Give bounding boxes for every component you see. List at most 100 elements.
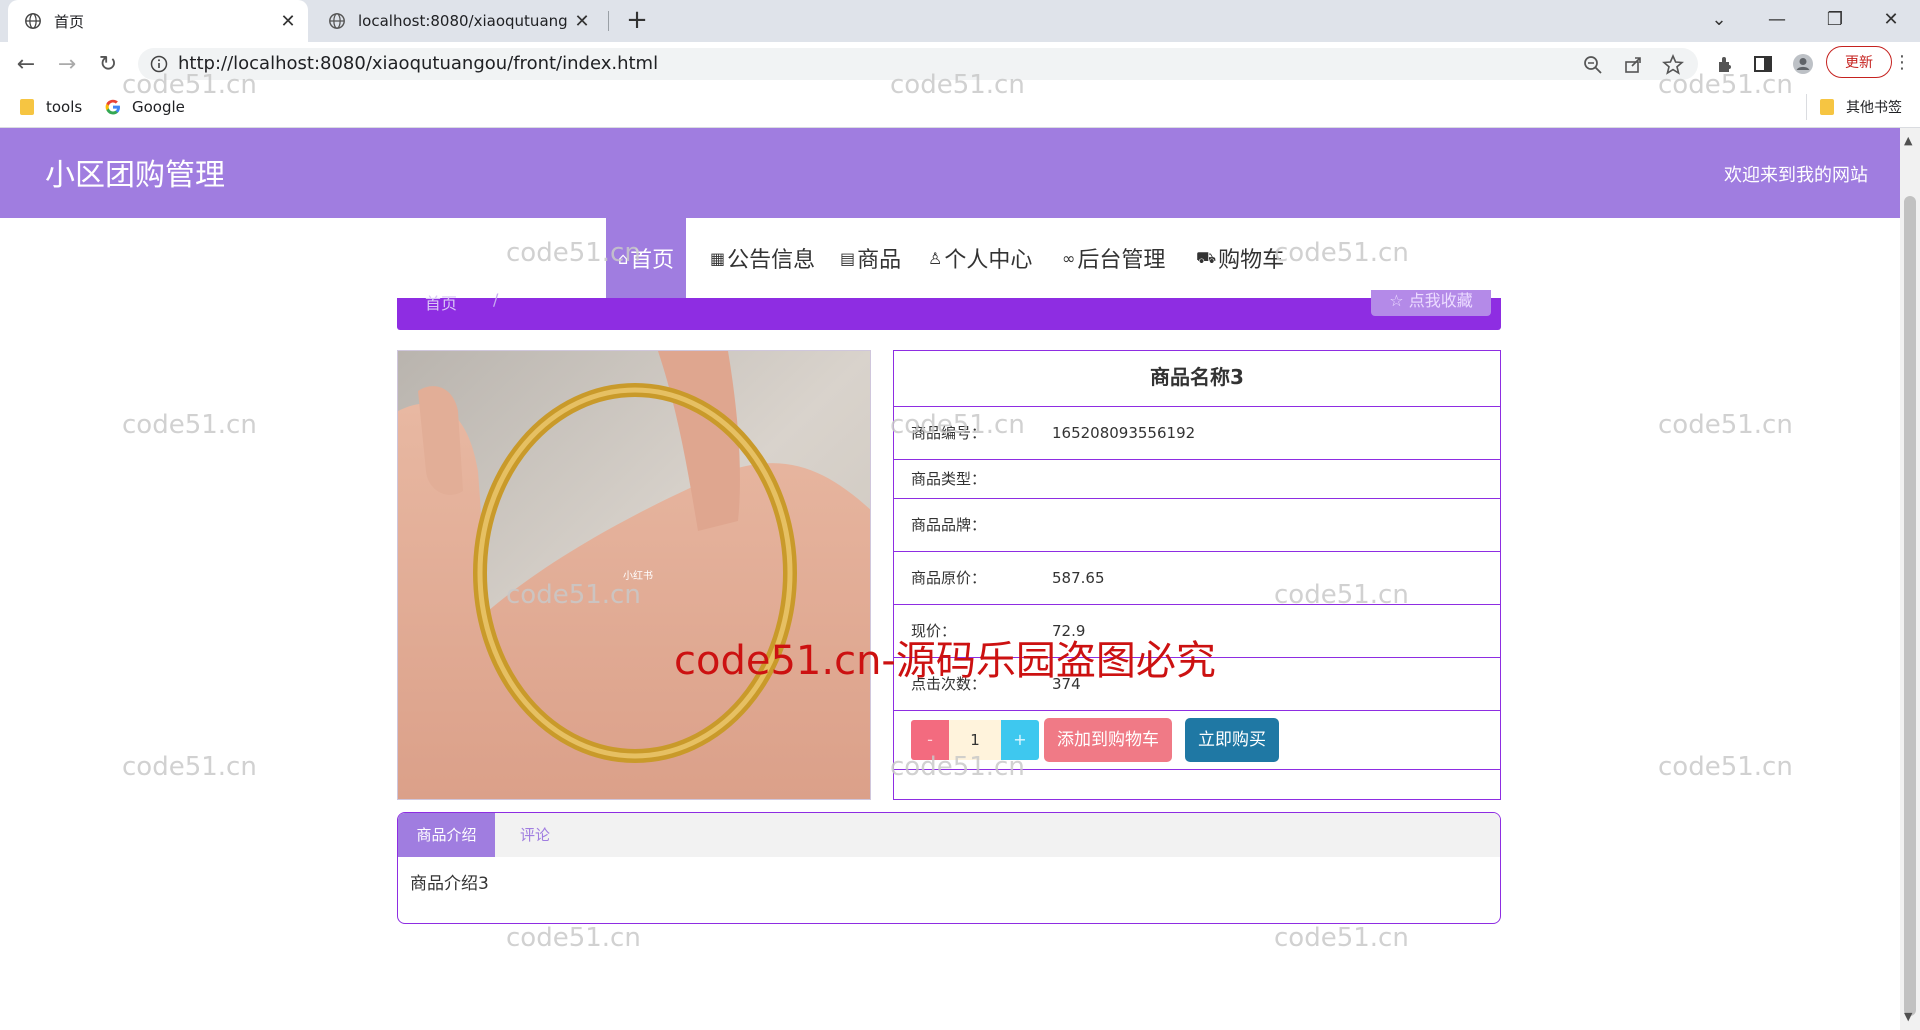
tabs-header: 商品介绍 评论	[398, 813, 1500, 857]
nav-item-cart[interactable]: ⛟ 购物车	[1196, 218, 1284, 298]
close-window-button[interactable]: ✕	[1868, 0, 1914, 38]
browser-tab-bar: 首页 ✕ localhost:8080/xiaoqutuangou ✕ + ⌄ …	[0, 0, 1920, 42]
scroll-down-arrow-icon[interactable]: ▼	[1904, 1010, 1912, 1023]
url-text[interactable]: http://localhost:8080/xiaoqutuangou/fron…	[178, 48, 658, 80]
bookmark-tools[interactable]: tools	[20, 96, 82, 118]
scroll-up-arrow-icon[interactable]: ▲	[1904, 134, 1912, 147]
bookmark-google[interactable]: Google	[104, 96, 185, 118]
back-arrow-icon[interactable]: ←	[10, 49, 42, 79]
nav-label: 首页	[630, 248, 675, 273]
nav-item-admin[interactable]: ∞ 后台管理	[1062, 218, 1165, 298]
product-info-panel: 商品名称3 商品编号： 165208093556192 商品类型： 商品品牌： …	[893, 350, 1501, 800]
quantity-minus-button[interactable]: -	[911, 720, 949, 760]
watermark: code51.cn	[1274, 923, 1409, 953]
tab-search-icon[interactable]: ⌄	[1696, 0, 1742, 38]
zoom-icon[interactable]	[1582, 54, 1604, 76]
scrollbar-thumb[interactable]	[1904, 196, 1916, 1016]
folder-icon	[20, 99, 34, 115]
site-header: 小区团购管理 欢迎来到我的网站	[0, 128, 1900, 218]
page-scrollbar[interactable]: ▲ ▼	[1900, 128, 1920, 1030]
update-label: 更新	[1845, 55, 1873, 71]
info-row-clicks: 点击次数： 374	[894, 657, 1500, 710]
forward-arrow-icon[interactable]: →	[51, 49, 83, 79]
document-icon: ▤	[840, 248, 856, 268]
product-image: 小红书	[397, 350, 871, 800]
info-row-code: 商品编号： 165208093556192	[894, 406, 1500, 459]
other-bookmarks[interactable]: 其他书签	[1820, 96, 1902, 118]
field-label: 商品类型：	[911, 470, 987, 488]
browser-tab-title: localhost:8080/xiaoqutuangou	[358, 12, 568, 30]
watermark: code51.cn	[1658, 410, 1793, 440]
browser-toolbar: ← → ↻ http://localhost:8080/xiaoqutuango…	[0, 42, 1920, 86]
nav-label: 商品	[857, 248, 902, 273]
field-value: 72.9	[1052, 622, 1086, 640]
field-value: 587.65	[1052, 569, 1105, 587]
nav-label: 个人中心	[944, 248, 1033, 273]
browser-tab-localhost[interactable]: localhost:8080/xiaoqutuangou ✕	[312, 0, 602, 42]
product-name: 商品名称3	[1150, 365, 1244, 389]
field-label: 商品品牌：	[911, 516, 987, 534]
reload-icon[interactable]: ↻	[92, 49, 124, 79]
new-tab-button[interactable]: +	[622, 6, 652, 36]
quantity-plus-button[interactable]: +	[1001, 720, 1039, 760]
bookmarks-bar: tools Google 其他书签	[0, 86, 1920, 128]
share-icon[interactable]	[1622, 54, 1644, 76]
page-viewport: 小区团购管理 欢迎来到我的网站 ⌂ 首页 ▦ 公告信息 ▤ 商品 ♙ 个人中心 ∞ 后台管…	[0, 128, 1900, 1030]
tab-comments[interactable]: 评论	[495, 813, 575, 857]
add-to-cart-button[interactable]: 添加到购物车	[1044, 718, 1172, 762]
breadcrumb-home-link[interactable]: 首页	[425, 290, 457, 314]
buy-now-button[interactable]: 立即购买	[1185, 718, 1279, 762]
extensions-icon[interactable]	[1714, 53, 1736, 75]
cart-icon: ⛟	[1196, 247, 1217, 267]
home-icon: ⌂	[618, 248, 629, 268]
favorite-button[interactable]: ☆ 点我收藏	[1371, 290, 1491, 316]
nav-label: 公告信息	[727, 248, 816, 273]
field-label: 商品编号：	[911, 424, 987, 442]
product-detail-tabs: 商品介绍 评论 商品介绍3	[397, 812, 1501, 924]
nav-item-home[interactable]: ⌂ 首页	[606, 218, 687, 298]
update-button[interactable]: 更新	[1826, 46, 1892, 78]
info-row-brand: 商品品牌：	[894, 498, 1500, 551]
more-menu-icon[interactable]: ⋮	[1892, 52, 1912, 74]
restore-button[interactable]: ❐	[1812, 0, 1858, 38]
product-photo-bangle: 小红书	[398, 351, 870, 799]
tab-product-intro[interactable]: 商品介绍	[398, 813, 495, 857]
watermark: code51.cn	[1658, 752, 1793, 782]
other-bookmarks-label: 其他书签	[1846, 100, 1902, 116]
close-tab-icon[interactable]: ✕	[274, 11, 302, 32]
address-bar[interactable]: http://localhost:8080/xiaoqutuangou/fron…	[138, 48, 1698, 80]
info-row-actions: - + 添加到购物车 立即购买	[894, 710, 1500, 770]
globe-icon	[329, 13, 345, 29]
bookmark-label: tools	[46, 98, 83, 116]
minimize-button[interactable]: —	[1754, 0, 1800, 38]
profile-avatar-icon[interactable]	[1792, 53, 1814, 75]
nav-item-notices[interactable]: ▦ 公告信息	[710, 218, 815, 298]
nav-item-profile[interactable]: ♙ 个人中心	[928, 218, 1032, 298]
tab-separator	[608, 11, 609, 31]
watermark: code51.cn	[122, 410, 257, 440]
browser-tab-home[interactable]: 首页 ✕	[8, 0, 308, 42]
watermark: code51.cn	[122, 752, 257, 782]
main-nav: ⌂ 首页 ▦ 公告信息 ▤ 商品 ♙ 个人中心 ∞ 后台管理 ⛟ 购物车	[0, 218, 1900, 298]
grid-icon: ▦	[710, 248, 726, 268]
bookmark-label: Google	[132, 98, 185, 116]
info-row-price: 现价： 72.9	[894, 604, 1500, 657]
quantity-input[interactable]	[949, 720, 1001, 760]
link-icon: ∞	[1062, 248, 1076, 268]
google-icon	[105, 99, 120, 115]
nav-label: 购物车	[1218, 248, 1285, 273]
nav-item-products[interactable]: ▤ 商品	[840, 218, 901, 298]
star-icon[interactable]	[1662, 54, 1684, 76]
field-label: 点击次数：	[911, 675, 987, 693]
field-value: 165208093556192	[1052, 424, 1196, 442]
image-caption: 小红书	[623, 569, 653, 582]
field-label: 商品原价：	[911, 569, 987, 587]
side-panel-icon[interactable]	[1752, 53, 1774, 75]
field-label: 现价：	[911, 622, 957, 640]
breadcrumb: 首页 / ☆ 点我收藏	[397, 290, 1501, 330]
site-title: 小区团购管理	[45, 158, 225, 193]
product-intro-text: 商品介绍3	[410, 874, 489, 894]
breadcrumb-separator: /	[493, 290, 499, 309]
close-tab-icon[interactable]: ✕	[568, 11, 596, 32]
info-icon[interactable]	[150, 55, 168, 73]
